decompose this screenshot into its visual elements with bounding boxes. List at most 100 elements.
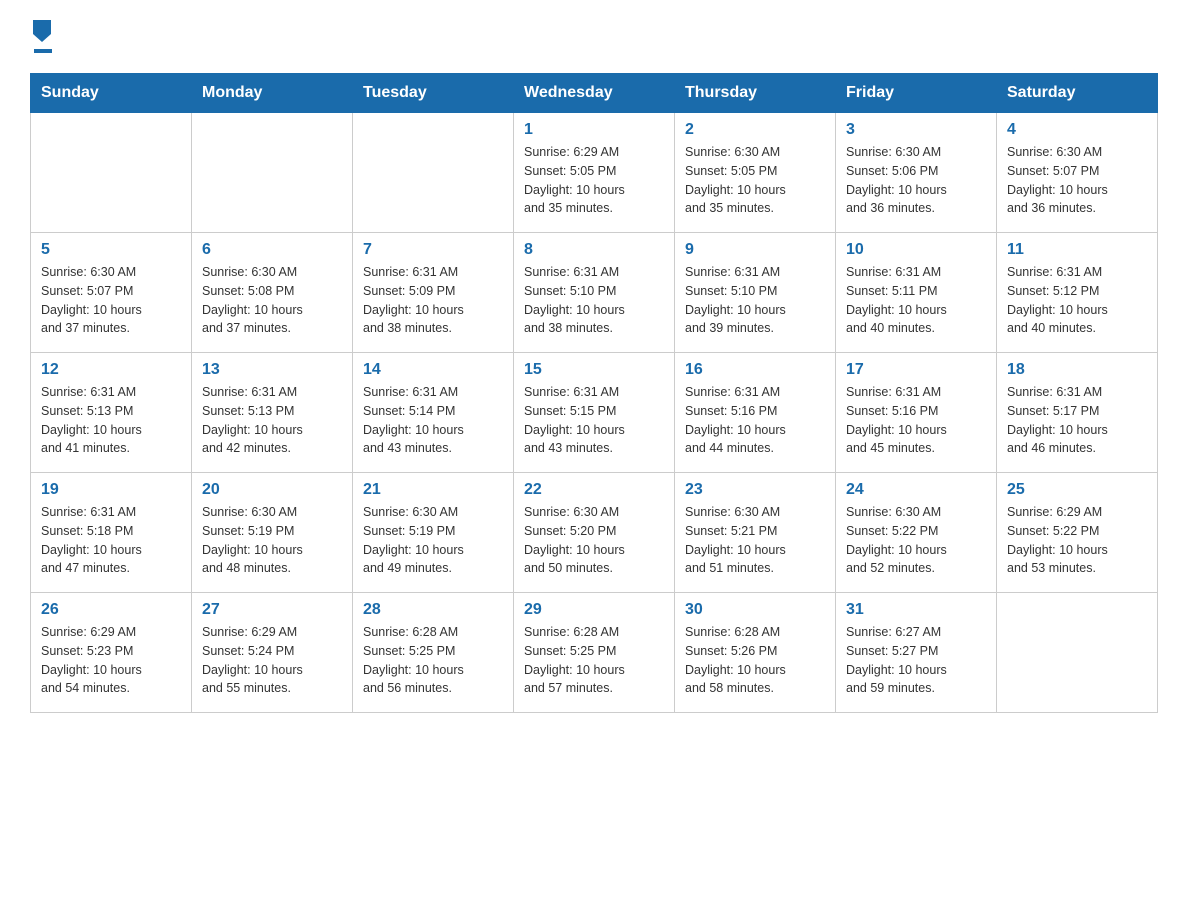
calendar-cell: 13 Sunrise: 6:31 AM Sunset: 5:13 PM Dayli… [192,353,353,473]
day-info: Sunrise: 6:31 AM Sunset: 5:11 PM Dayligh… [846,263,986,338]
calendar-week-row: 12 Sunrise: 6:31 AM Sunset: 5:13 PM Dayli… [31,353,1158,473]
day-number: 13 [202,361,342,379]
calendar-table: SundayMondayTuesdayWednesdayThursdayFrid… [30,73,1158,713]
day-info: Sunrise: 6:30 AM Sunset: 5:22 PM Dayligh… [846,503,986,578]
calendar-cell: 27 Sunrise: 6:29 AM Sunset: 5:24 PM Dayli… [192,593,353,713]
day-number: 12 [41,361,181,379]
calendar-week-row: 26 Sunrise: 6:29 AM Sunset: 5:23 PM Dayli… [31,593,1158,713]
day-number: 1 [524,121,664,139]
day-info: Sunrise: 6:31 AM Sunset: 5:14 PM Dayligh… [363,383,503,458]
day-number: 25 [1007,481,1147,499]
day-info: Sunrise: 6:30 AM Sunset: 5:05 PM Dayligh… [685,143,825,218]
calendar-cell: 1Sunrise: 6:29 AM Sunset: 5:05 PM Daylig… [514,113,675,233]
day-number: 7 [363,241,503,259]
day-number: 10 [846,241,986,259]
day-number: 6 [202,241,342,259]
calendar-cell: 7 Sunrise: 6:31 AM Sunset: 5:09 PM Daylig… [353,233,514,353]
calendar-cell: 9Sunrise: 6:31 AM Sunset: 5:10 PM Daylig… [675,233,836,353]
day-number: 31 [846,601,986,619]
calendar-week-row: 5 Sunrise: 6:30 AM Sunset: 5:07 PM Daylig… [31,233,1158,353]
calendar-week-row: 19Sunrise: 6:31 AM Sunset: 5:18 PM Dayli… [31,473,1158,593]
day-info: Sunrise: 6:30 AM Sunset: 5:08 PM Dayligh… [202,263,342,338]
day-info: Sunrise: 6:31 AM Sunset: 5:15 PM Dayligh… [524,383,664,458]
calendar-cell: 29Sunrise: 6:28 AM Sunset: 5:25 PM Dayli… [514,593,675,713]
day-info: Sunrise: 6:30 AM Sunset: 5:19 PM Dayligh… [202,503,342,578]
calendar-cell: 23 Sunrise: 6:30 AM Sunset: 5:21 PM Dayli… [675,473,836,593]
calendar-cell: 28 Sunrise: 6:28 AM Sunset: 5:25 PM Dayli… [353,593,514,713]
day-info: Sunrise: 6:29 AM Sunset: 5:23 PM Dayligh… [41,623,181,698]
day-number: 22 [524,481,664,499]
day-number: 4 [1007,121,1147,139]
day-number: 30 [685,601,825,619]
day-of-week-header: Saturday [997,74,1158,113]
calendar-cell: 18 Sunrise: 6:31 AM Sunset: 5:17 PM Dayli… [997,353,1158,473]
day-info: Sunrise: 6:30 AM Sunset: 5:07 PM Dayligh… [41,263,181,338]
calendar-cell: 17 Sunrise: 6:31 AM Sunset: 5:16 PM Dayli… [836,353,997,473]
day-number: 9 [685,241,825,259]
day-number: 8 [524,241,664,259]
calendar-cell [31,113,192,233]
day-number: 2 [685,121,825,139]
calendar-week-row: 1Sunrise: 6:29 AM Sunset: 5:05 PM Daylig… [31,113,1158,233]
calendar-header: SundayMondayTuesdayWednesdayThursdayFrid… [31,74,1158,113]
day-info: Sunrise: 6:30 AM Sunset: 5:06 PM Dayligh… [846,143,986,218]
day-number: 11 [1007,241,1147,259]
day-number: 18 [1007,361,1147,379]
calendar-cell: 14Sunrise: 6:31 AM Sunset: 5:14 PM Dayli… [353,353,514,473]
calendar-cell: 15Sunrise: 6:31 AM Sunset: 5:15 PM Dayli… [514,353,675,473]
day-of-week-header: Wednesday [514,74,675,113]
day-number: 24 [846,481,986,499]
day-info: Sunrise: 6:31 AM Sunset: 5:17 PM Dayligh… [1007,383,1147,458]
day-info: Sunrise: 6:28 AM Sunset: 5:25 PM Dayligh… [363,623,503,698]
day-of-week-header: Monday [192,74,353,113]
day-of-week-header: Tuesday [353,74,514,113]
day-info: Sunrise: 6:31 AM Sunset: 5:16 PM Dayligh… [685,383,825,458]
logo [30,20,56,53]
day-number: 20 [202,481,342,499]
calendar-cell: 8Sunrise: 6:31 AM Sunset: 5:10 PM Daylig… [514,233,675,353]
calendar-body: 1Sunrise: 6:29 AM Sunset: 5:05 PM Daylig… [31,113,1158,713]
day-info: Sunrise: 6:27 AM Sunset: 5:27 PM Dayligh… [846,623,986,698]
calendar-cell: 26 Sunrise: 6:29 AM Sunset: 5:23 PM Dayli… [31,593,192,713]
day-info: Sunrise: 6:31 AM Sunset: 5:13 PM Dayligh… [202,383,342,458]
calendar-cell: 20 Sunrise: 6:30 AM Sunset: 5:19 PM Dayli… [192,473,353,593]
calendar-cell: 16Sunrise: 6:31 AM Sunset: 5:16 PM Dayli… [675,353,836,473]
calendar-cell: 30 Sunrise: 6:28 AM Sunset: 5:26 PM Dayli… [675,593,836,713]
day-of-week-header: Friday [836,74,997,113]
day-info: Sunrise: 6:30 AM Sunset: 5:21 PM Dayligh… [685,503,825,578]
calendar-cell: 10 Sunrise: 6:31 AM Sunset: 5:11 PM Dayli… [836,233,997,353]
calendar-cell [997,593,1158,713]
day-info: Sunrise: 6:29 AM Sunset: 5:22 PM Dayligh… [1007,503,1147,578]
day-number: 29 [524,601,664,619]
day-info: Sunrise: 6:28 AM Sunset: 5:26 PM Dayligh… [685,623,825,698]
day-info: Sunrise: 6:31 AM Sunset: 5:09 PM Dayligh… [363,263,503,338]
day-number: 23 [685,481,825,499]
calendar-cell: 31 Sunrise: 6:27 AM Sunset: 5:27 PM Dayli… [836,593,997,713]
calendar-cell: 12 Sunrise: 6:31 AM Sunset: 5:13 PM Dayli… [31,353,192,473]
calendar-cell: 24 Sunrise: 6:30 AM Sunset: 5:22 PM Dayli… [836,473,997,593]
calendar-cell [353,113,514,233]
day-number: 28 [363,601,503,619]
calendar-cell: 2 Sunrise: 6:30 AM Sunset: 5:05 PM Daylig… [675,113,836,233]
day-number: 17 [846,361,986,379]
day-number: 26 [41,601,181,619]
calendar-cell: 21 Sunrise: 6:30 AM Sunset: 5:19 PM Dayli… [353,473,514,593]
day-info: Sunrise: 6:31 AM Sunset: 5:16 PM Dayligh… [846,383,986,458]
day-number: 19 [41,481,181,499]
calendar-cell: 5 Sunrise: 6:30 AM Sunset: 5:07 PM Daylig… [31,233,192,353]
calendar-cell: 3Sunrise: 6:30 AM Sunset: 5:06 PM Daylig… [836,113,997,233]
day-info: Sunrise: 6:29 AM Sunset: 5:24 PM Dayligh… [202,623,342,698]
calendar-cell: 6 Sunrise: 6:30 AM Sunset: 5:08 PM Daylig… [192,233,353,353]
day-info: Sunrise: 6:30 AM Sunset: 5:07 PM Dayligh… [1007,143,1147,218]
day-info: Sunrise: 6:31 AM Sunset: 5:13 PM Dayligh… [41,383,181,458]
calendar-cell: 4 Sunrise: 6:30 AM Sunset: 5:07 PM Daylig… [997,113,1158,233]
day-number: 21 [363,481,503,499]
calendar-cell: 25 Sunrise: 6:29 AM Sunset: 5:22 PM Dayli… [997,473,1158,593]
day-number: 27 [202,601,342,619]
calendar-cell [192,113,353,233]
day-info: Sunrise: 6:30 AM Sunset: 5:19 PM Dayligh… [363,503,503,578]
calendar-cell: 11Sunrise: 6:31 AM Sunset: 5:12 PM Dayli… [997,233,1158,353]
logo-arrow-icon [33,20,51,47]
day-of-week-header: Sunday [31,74,192,113]
day-number: 5 [41,241,181,259]
